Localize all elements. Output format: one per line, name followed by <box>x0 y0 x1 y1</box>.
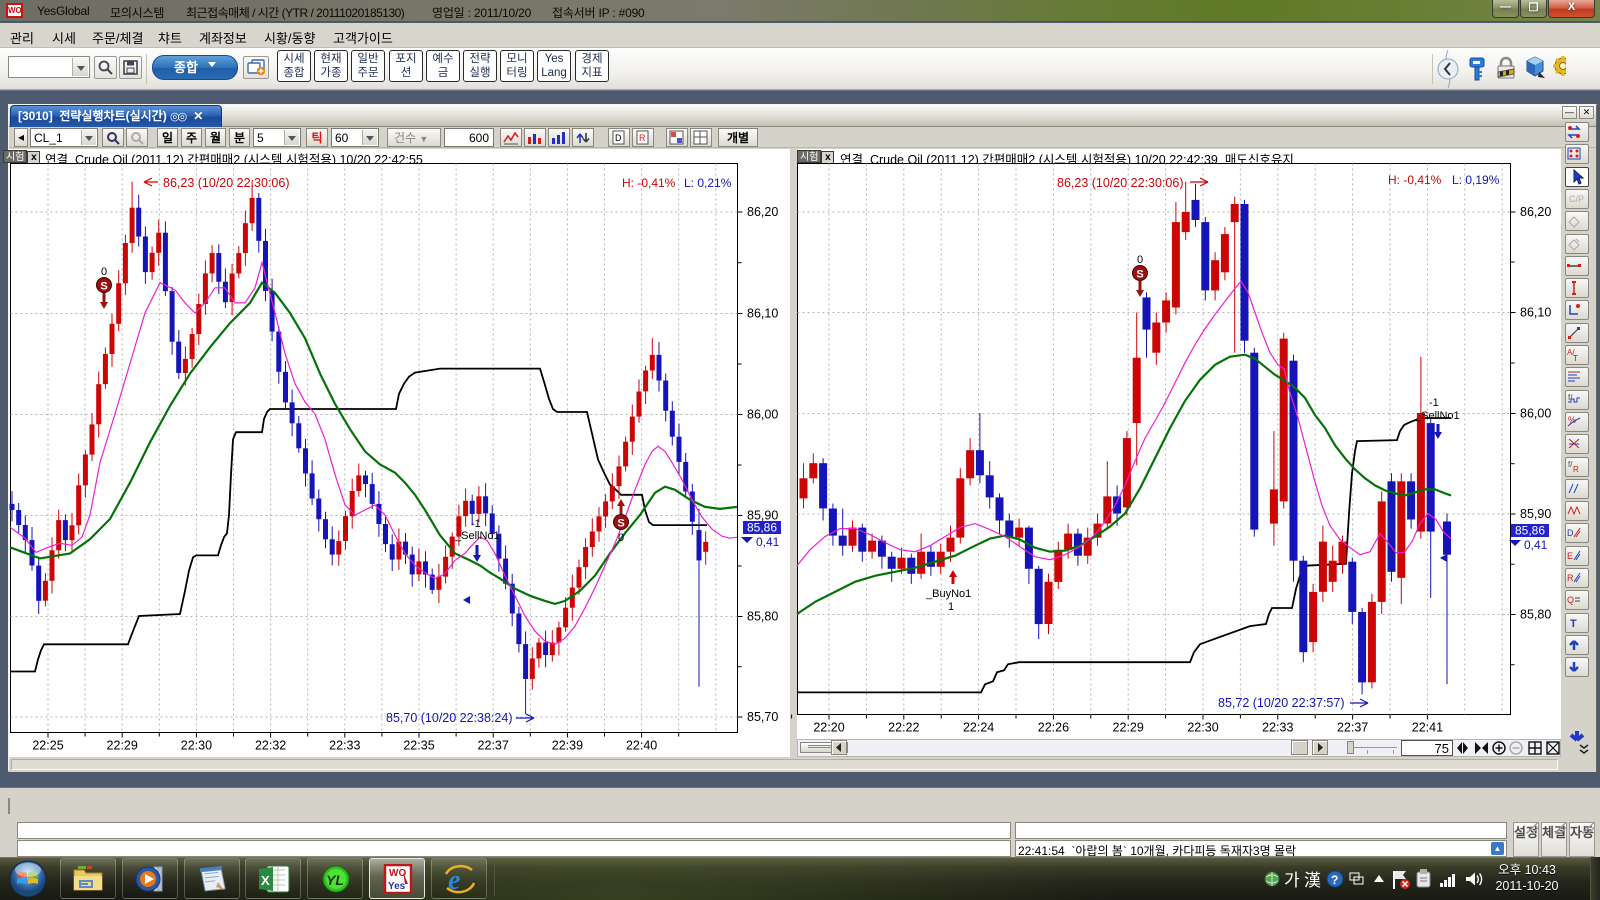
svg-text:22:26: 22:26 <box>1038 721 1069 735</box>
svg-text:1: 1 <box>948 601 954 613</box>
svg-text:85,80: 85,80 <box>1520 608 1551 622</box>
svg-text:85,86: 85,86 <box>747 521 777 535</box>
svg-text:_SellNo1: _SellNo1 <box>454 530 500 542</box>
svg-text:86,23 (10/20 22:30:06): 86,23 (10/20 22:30:06) <box>163 176 290 190</box>
svg-text:85,80: 85,80 <box>747 610 778 624</box>
svg-text:0: 0 <box>101 266 107 278</box>
svg-text:22:30: 22:30 <box>181 739 212 753</box>
svg-text:22:32: 22:32 <box>255 739 286 753</box>
svg-text:85,90: 85,90 <box>1520 507 1551 521</box>
svg-text:22:35: 22:35 <box>403 739 434 753</box>
svg-text:86,00: 86,00 <box>747 408 778 422</box>
svg-text:-1: -1 <box>471 518 481 530</box>
svg-text:S: S <box>100 281 107 293</box>
svg-text:0: 0 <box>618 532 624 544</box>
svg-text:86,20: 86,20 <box>747 205 778 219</box>
svg-text:22:41: 22:41 <box>1412 721 1443 735</box>
svg-text:22:39: 22:39 <box>552 739 583 753</box>
svg-text:86,00: 86,00 <box>1520 407 1551 421</box>
svg-text:0,41: 0,41 <box>1524 538 1548 552</box>
svg-text:H: -0,41%: H: -0,41% <box>1388 173 1442 187</box>
svg-text:_SellNo1: _SellNo1 <box>1414 410 1460 422</box>
svg-text:L: 0,19%: L: 0,19% <box>1452 173 1500 187</box>
svg-text:L: 0,21%: L: 0,21% <box>684 176 732 190</box>
svg-text:0,41: 0,41 <box>756 535 780 549</box>
svg-text:86,23 (10/20 22:30:06): 86,23 (10/20 22:30:06) <box>1057 176 1184 190</box>
svg-text:S: S <box>1136 269 1143 281</box>
svg-text:H: -0,41%: H: -0,41% <box>622 176 676 190</box>
svg-text:22:33: 22:33 <box>1262 721 1293 735</box>
svg-text:22:37: 22:37 <box>1337 721 1368 735</box>
svg-text:22:29: 22:29 <box>107 739 138 753</box>
svg-text:22:20: 22:20 <box>813 721 844 735</box>
svg-text:_BuyNo1: _BuyNo1 <box>925 588 971 600</box>
svg-text:22:40: 22:40 <box>626 739 657 753</box>
svg-text:86,10: 86,10 <box>747 307 778 321</box>
svg-text:-1: -1 <box>1429 397 1439 409</box>
svg-text:0: 0 <box>1137 254 1143 266</box>
svg-text:S: S <box>617 518 624 530</box>
svg-text:22:37: 22:37 <box>478 739 509 753</box>
svg-text:22:22: 22:22 <box>888 721 919 735</box>
svg-text:85,72 (10/20 22:37:57): 85,72 (10/20 22:37:57) <box>1218 696 1345 710</box>
svg-text:85,70 (10/20 22:38:24): 85,70 (10/20 22:38:24) <box>386 711 513 725</box>
svg-text:86,10: 86,10 <box>1520 306 1551 320</box>
svg-text:85,86: 85,86 <box>1515 524 1545 538</box>
svg-text:22:25: 22:25 <box>32 739 63 753</box>
svg-text:86,20: 86,20 <box>1520 205 1551 219</box>
svg-text:22:33: 22:33 <box>329 739 360 753</box>
svg-text:22:24: 22:24 <box>963 721 994 735</box>
svg-text:22:29: 22:29 <box>1113 721 1144 735</box>
svg-text:85,70: 85,70 <box>747 710 778 724</box>
svg-text:22:30: 22:30 <box>1187 721 1218 735</box>
